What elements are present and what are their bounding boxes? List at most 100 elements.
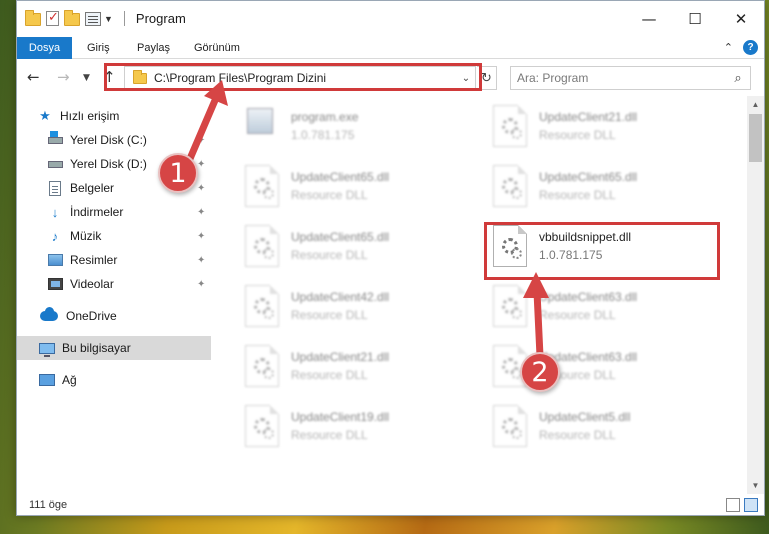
dll-file-icon — [245, 225, 279, 267]
file-name: UpdateClient63.dll — [539, 290, 638, 304]
step-2-badge: 2 — [520, 352, 560, 392]
sidebar-item-music[interactable]: ♪ Müzik ✦ — [17, 224, 211, 248]
minimize-button[interactable]: — — [626, 1, 672, 37]
pin-icon: ✦ — [197, 230, 206, 242]
sidebar-item-label: Müzik — [70, 229, 102, 243]
pin-icon: ✦ — [197, 134, 206, 146]
sidebar-item-quick-access[interactable]: ★ Hızlı erişim — [17, 104, 211, 128]
star-icon: ★ — [39, 108, 51, 123]
file-item[interactable]: UpdateClient5.dll Resource DLL — [487, 402, 717, 452]
help-icon[interactable]: ? — [743, 40, 758, 55]
toolbar-separator — [123, 11, 125, 26]
pin-icon: ✦ — [197, 278, 206, 290]
file-item[interactable]: UpdateClient21.dll Resource DLL — [239, 342, 469, 392]
tab-dosya[interactable]: Dosya — [17, 37, 72, 59]
customize-toolbar-dropdown[interactable]: ▼ — [104, 14, 113, 24]
file-item[interactable]: UpdateClient65.dll Resource DLL — [239, 162, 469, 212]
tab-giris[interactable]: Giriş — [77, 37, 120, 59]
dll-file-icon — [493, 165, 527, 207]
sidebar-item-pictures[interactable]: Resimler ✦ — [17, 248, 211, 272]
properties-icon[interactable] — [85, 12, 101, 26]
file-item[interactable]: program.exe 1.0.781.175 — [239, 102, 469, 152]
sidebar-item-onedrive[interactable]: OneDrive — [17, 304, 211, 328]
window-title: Program — [135, 11, 186, 26]
vertical-scrollbar[interactable]: ▲ ▼ — [747, 96, 764, 494]
file-type: Resource DLL — [291, 188, 368, 202]
drive-icon — [47, 156, 63, 172]
pin-icon: ✦ — [197, 182, 206, 194]
address-dropdown-icon[interactable]: ⌄ — [457, 73, 475, 84]
search-box[interactable]: Ara: Program ⌕ — [510, 66, 751, 90]
file-list: program.exe 1.0.781.175 UpdateClient21.d… — [211, 96, 747, 494]
music-icon: ♪ — [51, 228, 59, 244]
sidebar-item-label: Yerel Disk (C:) — [70, 133, 147, 147]
file-item[interactable]: UpdateClient42.dll Resource DLL — [239, 282, 469, 332]
sidebar-item-label: OneDrive — [66, 309, 117, 323]
dll-file-icon — [493, 405, 527, 447]
file-item[interactable]: UpdateClient21.dll Resource DLL — [487, 102, 717, 152]
sidebar-item-network[interactable]: Ağ — [17, 368, 211, 392]
status-bar: 111 öge — [17, 494, 764, 516]
folder-icon — [25, 10, 41, 26]
sidebar-item-this-pc[interactable]: Bu bilgisayar — [17, 336, 211, 360]
file-type: Resource DLL — [291, 428, 368, 442]
dll-file-icon — [245, 405, 279, 447]
maximize-button[interactable]: ☐ — [672, 1, 718, 37]
tab-gorunum[interactable]: Görünüm — [184, 37, 250, 59]
documents-icon — [47, 180, 63, 196]
navigation-bar: ← → ▼ ↑ C:\Program Files\Program Dizini … — [17, 60, 764, 96]
sidebar-item-label: Resimler — [70, 253, 118, 267]
tab-paylas[interactable]: Paylaş — [127, 37, 180, 59]
search-icon[interactable]: ⌕ — [726, 71, 750, 86]
collapse-ribbon-icon[interactable]: ⌃ — [724, 41, 733, 54]
recent-locations-button[interactable]: ▼ — [83, 73, 90, 83]
sidebar-item-label: Videolar — [70, 277, 114, 291]
scroll-down-arrow[interactable]: ▼ — [747, 477, 764, 494]
sidebar-item-label: Hızlı erişim — [60, 109, 120, 123]
network-icon — [39, 372, 55, 388]
scroll-up-arrow[interactable]: ▲ — [747, 96, 764, 113]
computer-icon — [39, 340, 55, 357]
address-bar[interactable]: C:\Program Files\Program Dizini ⌄ — [124, 66, 476, 90]
new-folder-icon[interactable] — [64, 10, 80, 26]
file-item[interactable]: UpdateClient63.dll Resource DLL — [487, 282, 717, 332]
tiles-view-button[interactable] — [744, 498, 758, 512]
file-item[interactable]: UpdateClient19.dll Resource DLL — [239, 402, 469, 452]
file-version: 1.0.781.175 — [539, 248, 603, 262]
sidebar-item-local-disk-c[interactable]: Yerel Disk (C:) ✦ — [17, 128, 211, 152]
file-type: Resource DLL — [539, 188, 616, 202]
scroll-thumb[interactable] — [749, 114, 762, 162]
pictures-icon — [47, 252, 63, 268]
exe-file-icon — [247, 108, 273, 134]
file-item[interactable]: UpdateClient65.dll Resource DLL — [239, 222, 469, 272]
onedrive-cloud-icon — [39, 307, 59, 324]
quick-access-toolbar: ▼ Program — [25, 9, 186, 26]
details-view-button[interactable] — [726, 498, 740, 512]
step-1-badge: 1 — [158, 153, 198, 193]
sidebar-item-downloads[interactable]: ↓ İndirmeler ✦ — [17, 200, 211, 224]
file-item[interactable]: UpdateClient65.dll Resource DLL — [487, 162, 717, 212]
forward-button[interactable]: → — [57, 68, 70, 86]
file-type: Resource DLL — [539, 308, 616, 322]
properties-check-icon[interactable] — [46, 9, 59, 26]
explorer-window: ▼ Program — ☐ ✕ Dosya Giriş Paylaş Görün… — [16, 0, 765, 516]
sidebar-item-videos[interactable]: Videolar ✦ — [17, 272, 211, 296]
up-button[interactable]: ↑ — [103, 68, 116, 86]
file-name: UpdateClient65.dll — [539, 170, 638, 184]
back-button[interactable]: ← — [27, 68, 40, 86]
file-type: Resource DLL — [539, 128, 616, 142]
file-name: UpdateClient65.dll — [291, 170, 390, 184]
file-type: Resource DLL — [291, 368, 368, 382]
close-button[interactable]: ✕ — [718, 1, 764, 37]
file-type: Resource DLL — [291, 308, 368, 322]
address-path[interactable]: C:\Program Files\Program Dizini — [154, 71, 457, 85]
drive-windows-icon — [47, 130, 63, 148]
dll-file-icon — [493, 105, 527, 147]
file-type: Resource DLL — [539, 428, 616, 442]
file-name: UpdateClient21.dll — [539, 110, 638, 124]
file-name: UpdateClient65.dll — [291, 230, 390, 244]
search-placeholder[interactable]: Ara: Program — [517, 71, 726, 85]
refresh-button[interactable]: ↻ — [477, 66, 497, 90]
file-item-vbbuildsnippet[interactable]: vbbuildsnippet.dll 1.0.781.175 — [487, 222, 717, 272]
item-count: 111 öge — [29, 499, 68, 511]
